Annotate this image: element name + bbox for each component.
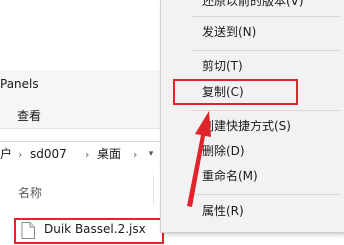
menu-item-restore-previous[interactable]: 还原以前的版本(V) — [161, 0, 344, 12]
chevron-down-icon[interactable]: ▾ — [144, 142, 158, 167]
menu-item-copy[interactable]: 复制(C) — [161, 81, 344, 103]
menu-separator — [191, 110, 341, 111]
menu-separator — [191, 16, 341, 17]
document-icon — [21, 222, 35, 239]
menu-item-label: 复制(C) — [202, 85, 244, 99]
breadcrumb-sd007[interactable]: sd007 — [30, 142, 67, 167]
breadcrumb-desktop[interactable]: 桌面 — [97, 142, 121, 167]
menu-item-label: 属性(R) — [202, 204, 244, 218]
menu-separator — [191, 194, 341, 195]
column-header-name[interactable]: 名称 — [18, 184, 42, 201]
breadcrumb-user[interactable]: 户 — [0, 142, 12, 167]
menu-separator — [191, 50, 341, 51]
column-divider[interactable] — [153, 175, 154, 205]
menu-item-cut[interactable]: 剪切(T) — [161, 55, 344, 77]
context-menu: 还原以前的版本(V) 发送到(N) 剪切(T) 复制(C) 创建快捷方式(S) … — [160, 0, 344, 233]
list-item[interactable]: Duik Bassel.2.jsx — [14, 218, 164, 244]
ribbon: Panels 查看 — [0, 70, 160, 129]
explorer-title-area — [0, 0, 160, 70]
address-bar[interactable]: 户 › sd007 › 桌面 › ▾ — [0, 141, 160, 168]
chevron-right-icon: › — [18, 148, 23, 161]
menu-item-delete[interactable]: 删除(D) — [161, 140, 344, 162]
menu-item-label: 创建快捷方式(S) — [202, 119, 291, 133]
chevron-right-icon: › — [85, 148, 90, 161]
menu-item-label: 剪切(T) — [202, 59, 243, 73]
menu-item-rename[interactable]: 重命名(M) — [161, 165, 344, 187]
chevron-right-icon: › — [133, 148, 138, 161]
menu-item-label: 还原以前的版本(V) — [202, 0, 304, 8]
file-name: Duik Bassel.2.jsx — [44, 222, 146, 236]
menu-item-create-shortcut[interactable]: 创建快捷方式(S) — [161, 115, 344, 137]
menu-item-label: 发送到(N) — [202, 25, 257, 39]
menu-item-properties[interactable]: 属性(R) — [161, 200, 344, 222]
menu-item-label: 重命名(M) — [202, 169, 258, 183]
ribbon-panels-label: Panels — [0, 77, 39, 91]
menu-item-label: 删除(D) — [202, 144, 245, 158]
menu-item-send-to[interactable]: 发送到(N) — [161, 21, 344, 43]
tab-view[interactable]: 查看 — [17, 107, 41, 124]
